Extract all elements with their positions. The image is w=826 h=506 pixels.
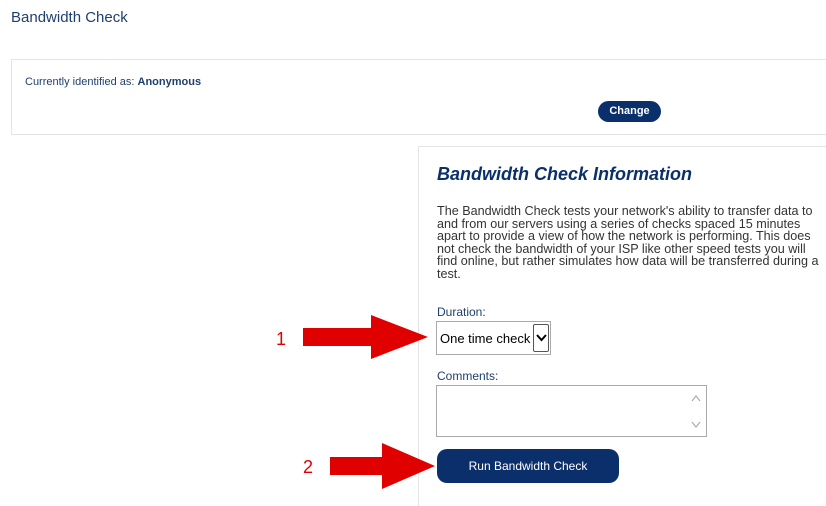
- red-arrow-icon: [303, 315, 428, 359]
- comments-label: Comments:: [437, 369, 499, 383]
- scroll-up-icon[interactable]: [691, 389, 701, 407]
- info-panel: Bandwidth Check Information The Bandwidt…: [418, 146, 826, 506]
- info-title: Bandwidth Check Information: [437, 164, 693, 184]
- identity-name: Anonymous: [137, 76, 202, 88]
- duration-select[interactable]: One time check: [436, 321, 551, 355]
- scroll-down-icon[interactable]: [691, 415, 701, 433]
- step-number-1: 1: [276, 329, 287, 349]
- duration-label: Duration:: [437, 305, 486, 319]
- chevron-down-icon[interactable]: [533, 324, 549, 352]
- page-title: Bandwidth Check: [11, 9, 128, 26]
- comments-textarea[interactable]: [436, 385, 707, 437]
- comments-scrollbar[interactable]: [690, 389, 702, 433]
- identity-text: Currently identified as: Anonymous: [25, 76, 201, 88]
- red-arrow-icon: [330, 443, 435, 489]
- duration-value: One time check: [440, 330, 531, 346]
- run-bandwidth-check-button[interactable]: Run Bandwidth Check: [437, 449, 619, 483]
- step-number-2: 2: [303, 457, 314, 477]
- info-description: The Bandwidth Check tests your network's…: [437, 204, 819, 281]
- identity-label: Currently identified as:: [25, 76, 135, 88]
- identity-panel: Currently identified as: Anonymous Chang…: [11, 59, 826, 135]
- change-button[interactable]: Change: [598, 101, 661, 122]
